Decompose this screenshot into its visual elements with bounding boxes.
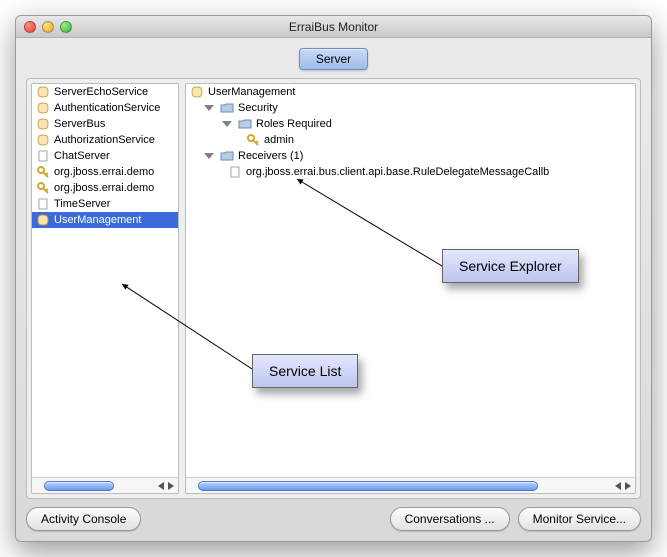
list-item-label: ServerBus	[54, 118, 105, 130]
tree-root[interactable]: UserManagement	[186, 84, 635, 100]
service-explorer-panel: UserManagement Security Roles Required a…	[185, 83, 636, 494]
service-tree[interactable]: UserManagement Security Roles Required a…	[186, 84, 635, 477]
scrollbar-horizontal[interactable]	[186, 477, 635, 493]
scroll-thumb[interactable]	[198, 481, 538, 491]
key-icon	[36, 181, 50, 195]
service-list-panel: ServerEchoService AuthenticationService …	[31, 83, 179, 494]
list-item[interactable]: AuthorizationService	[32, 132, 178, 148]
bean-icon	[190, 85, 204, 99]
list-item[interactable]: org.jboss.errai.demo	[32, 164, 178, 180]
scrollbar-horizontal[interactable]	[32, 477, 178, 493]
tree-label: Receivers (1)	[238, 150, 303, 162]
file-icon	[228, 165, 242, 179]
list-item-label: ChatServer	[54, 150, 110, 162]
list-item[interactable]: AuthenticationService	[32, 100, 178, 116]
traffic-lights	[24, 21, 72, 33]
list-item[interactable]: ServerEchoService	[32, 84, 178, 100]
chevron-down-icon[interactable]	[204, 153, 214, 159]
main-window: ErraiBus Monitor Server ServerEchoServic…	[15, 15, 652, 542]
bean-icon	[36, 133, 50, 147]
chevron-down-icon[interactable]	[222, 121, 232, 127]
list-item-label: org.jboss.errai.demo	[54, 166, 154, 178]
titlebar[interactable]: ErraiBus Monitor	[16, 16, 651, 38]
key-icon	[36, 165, 50, 179]
list-item-label: ServerEchoService	[54, 86, 148, 98]
window-title: ErraiBus Monitor	[16, 20, 651, 34]
bean-icon	[36, 101, 50, 115]
tree-label: Roles Required	[256, 118, 332, 130]
tree-label: UserManagement	[208, 86, 295, 98]
content-area: ServerEchoService AuthenticationService …	[26, 78, 641, 499]
scroll-right-button[interactable]	[623, 479, 633, 493]
bottom-bar: Activity Console Conversations ... Monit…	[16, 505, 651, 541]
tree-node-roles-required[interactable]: Roles Required	[186, 116, 635, 132]
tree-label: org.jboss.errai.bus.client.api.base.Rule…	[246, 166, 549, 178]
list-item[interactable]: org.jboss.errai.demo	[32, 180, 178, 196]
folder-icon	[238, 117, 252, 131]
tree-node-security[interactable]: Security	[186, 100, 635, 116]
zoom-window-button[interactable]	[60, 21, 72, 33]
list-item[interactable]: ChatServer	[32, 148, 178, 164]
file-icon	[36, 149, 50, 163]
tree-node-receivers[interactable]: Receivers (1)	[186, 148, 635, 164]
folder-icon	[220, 149, 234, 163]
tree-leaf-admin[interactable]: admin	[186, 132, 635, 148]
tree-label: Security	[238, 102, 278, 114]
scroll-left-button[interactable]	[156, 479, 166, 493]
minimize-window-button[interactable]	[42, 21, 54, 33]
close-window-button[interactable]	[24, 21, 36, 33]
scroll-right-button[interactable]	[166, 479, 176, 493]
chevron-down-icon[interactable]	[204, 105, 214, 111]
scroll-thumb[interactable]	[44, 481, 114, 491]
list-item[interactable]: UserManagement	[32, 212, 178, 228]
list-item-label: TimeServer	[54, 198, 110, 210]
activity-console-button[interactable]: Activity Console	[26, 507, 141, 531]
bean-icon	[36, 117, 50, 131]
list-item[interactable]: TimeServer	[32, 196, 178, 212]
conversations-button[interactable]: Conversations ...	[390, 507, 510, 531]
monitor-service-button[interactable]: Monitor Service...	[518, 507, 641, 531]
bean-icon	[36, 85, 50, 99]
tab-server[interactable]: Server	[299, 48, 368, 70]
tree-leaf-receiver[interactable]: org.jboss.errai.bus.client.api.base.Rule…	[186, 164, 635, 180]
list-item-label: AuthenticationService	[54, 102, 160, 114]
list-item-label: org.jboss.errai.demo	[54, 182, 154, 194]
tree-label: admin	[264, 134, 294, 146]
scroll-left-button[interactable]	[613, 479, 623, 493]
tab-bar: Server	[16, 38, 651, 70]
bean-icon	[36, 213, 50, 227]
list-item-label: UserManagement	[54, 214, 141, 226]
file-icon	[36, 197, 50, 211]
folder-icon	[220, 101, 234, 115]
key-icon	[246, 133, 260, 147]
list-item[interactable]: ServerBus	[32, 116, 178, 132]
list-item-label: AuthorizationService	[54, 134, 155, 146]
service-list[interactable]: ServerEchoService AuthenticationService …	[32, 84, 178, 477]
